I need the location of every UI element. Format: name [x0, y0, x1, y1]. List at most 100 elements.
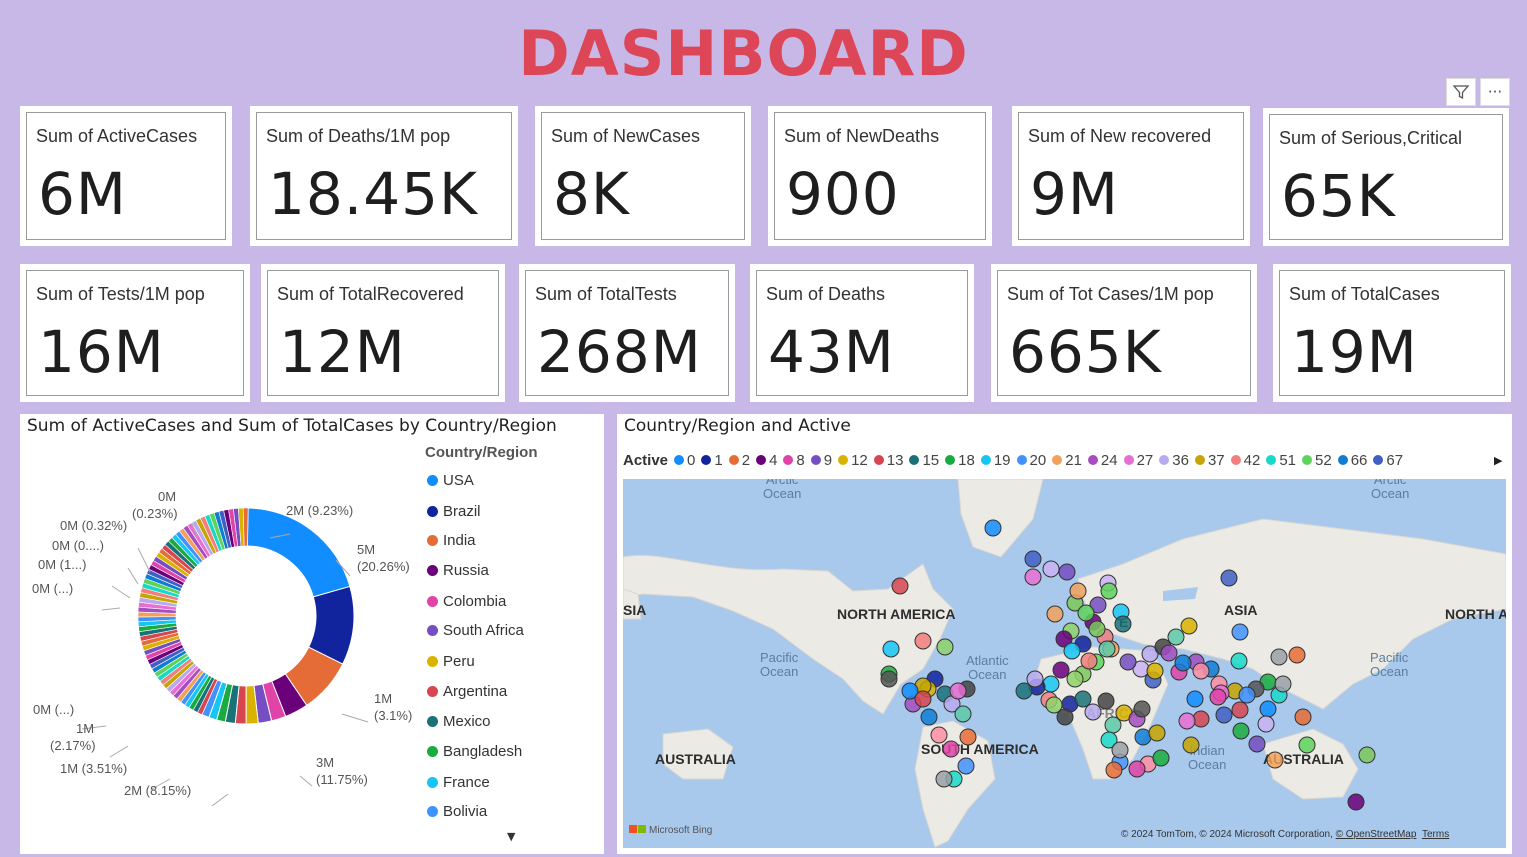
- map-bubble[interactable]: [1080, 652, 1098, 670]
- map-bubble[interactable]: [1114, 615, 1132, 633]
- map-bubble[interactable]: [1248, 735, 1266, 753]
- map-bubble[interactable]: [1069, 582, 1087, 600]
- map-bubble[interactable]: [1074, 690, 1092, 708]
- map-bubble[interactable]: [1100, 582, 1118, 600]
- map-bubble[interactable]: [1192, 710, 1210, 728]
- map-bubble[interactable]: [1056, 708, 1074, 726]
- active-legend-item[interactable]: 36: [1159, 452, 1189, 469]
- map-bubbles[interactable]: [623, 479, 1506, 848]
- active-legend-item[interactable]: 66: [1337, 452, 1367, 469]
- map-bubble[interactable]: [1238, 686, 1256, 704]
- map-bubble[interactable]: [959, 728, 977, 746]
- active-legend-item[interactable]: 4: [756, 452, 777, 469]
- legend-item-brazil[interactable]: Brazil: [427, 503, 481, 520]
- map-bubble[interactable]: [1097, 692, 1115, 710]
- active-legend-item[interactable]: 67: [1373, 452, 1403, 469]
- card-new-cases[interactable]: Sum of NewCases 8K: [535, 106, 751, 246]
- map-bubble[interactable]: [1052, 661, 1070, 679]
- map-bubble[interactable]: [1347, 793, 1365, 811]
- active-legend-item[interactable]: 27: [1123, 452, 1153, 469]
- terms-link[interactable]: Terms: [1422, 829, 1449, 840]
- legend-next-icon[interactable]: ▶: [1494, 454, 1502, 467]
- map-bubble[interactable]: [1128, 760, 1146, 778]
- map-bubble[interactable]: [1182, 736, 1200, 754]
- active-legend-item[interactable]: 0: [674, 452, 695, 469]
- active-legend-item[interactable]: 21: [1052, 452, 1082, 469]
- filter-button[interactable]: [1446, 78, 1476, 106]
- map-bubble[interactable]: [1259, 700, 1277, 718]
- map-bubble[interactable]: [942, 740, 960, 758]
- map-bubble[interactable]: [1146, 662, 1164, 680]
- legend-item-russia[interactable]: Russia: [427, 562, 489, 579]
- card-active-cases[interactable]: Sum of ActiveCases 6M: [20, 106, 232, 246]
- map-bubble[interactable]: [1042, 675, 1060, 693]
- map-bubble[interactable]: [1358, 746, 1376, 764]
- legend-item-colombia[interactable]: Colombia: [427, 593, 506, 610]
- map-bubble[interactable]: [1134, 728, 1152, 746]
- card-new-deaths[interactable]: Sum of NewDeaths 900: [768, 106, 992, 246]
- map-bubble[interactable]: [1133, 700, 1151, 718]
- card-new-recovered[interactable]: Sum of New recovered 9M: [1012, 106, 1250, 246]
- more-options-button[interactable]: ···: [1480, 78, 1510, 106]
- map-bubble[interactable]: [954, 705, 972, 723]
- map-bubble[interactable]: [1063, 642, 1081, 660]
- map-bubble[interactable]: [1024, 550, 1042, 568]
- map-bubble[interactable]: [1024, 568, 1042, 586]
- map-bubble[interactable]: [1298, 736, 1316, 754]
- openstreetmap-link[interactable]: © OpenStreetMap: [1336, 829, 1417, 840]
- map-bubble[interactable]: [1174, 654, 1192, 672]
- map-bubble[interactable]: [1046, 605, 1064, 623]
- map-bubble[interactable]: [935, 770, 953, 788]
- card-total-cases[interactable]: Sum of TotalCases 19M: [1273, 264, 1511, 402]
- active-legend-item[interactable]: 15: [909, 452, 939, 469]
- map-bubble[interactable]: [914, 690, 932, 708]
- map-bubble[interactable]: [882, 640, 900, 658]
- legend-item-argentina[interactable]: Argentina: [427, 683, 507, 700]
- map-bubble[interactable]: [1105, 761, 1123, 779]
- map-bubble[interactable]: [1288, 646, 1306, 664]
- legend-item-india[interactable]: India: [427, 532, 476, 549]
- map-bubble[interactable]: [1231, 623, 1249, 641]
- map-bubble[interactable]: [1257, 715, 1275, 733]
- map-bubble[interactable]: [1274, 675, 1292, 693]
- active-legend-item[interactable]: 52: [1302, 452, 1332, 469]
- legend-item-south-africa[interactable]: South Africa: [427, 622, 524, 639]
- map-bubble[interactable]: [1066, 670, 1084, 688]
- active-legend-item[interactable]: 51: [1266, 452, 1296, 469]
- legend-item-bangladesh[interactable]: Bangladesh: [427, 743, 522, 760]
- map-bubble[interactable]: [1294, 708, 1312, 726]
- map-bubble[interactable]: [1119, 653, 1137, 671]
- map-bubble[interactable]: [1192, 662, 1210, 680]
- map-bubble[interactable]: [1152, 749, 1170, 767]
- donut-chart-panel[interactable]: Sum of ActiveCases and Sum of TotalCases…: [20, 414, 604, 854]
- active-legend-item[interactable]: 2: [728, 452, 750, 469]
- map-bubble[interactable]: [891, 577, 909, 595]
- donut-slice-usa[interactable]: [246, 507, 351, 598]
- map-bubble[interactable]: [1232, 722, 1250, 740]
- donut-slice-other[interactable]: [242, 507, 249, 547]
- map-bubble[interactable]: [1231, 701, 1249, 719]
- map-bubble[interactable]: [936, 638, 954, 656]
- map-bubble[interactable]: [1160, 644, 1178, 662]
- map-bubble[interactable]: [1084, 703, 1102, 721]
- world-map[interactable]: Arctic Ocean Arctic Ocean SIA NORTH AMERIC…: [623, 479, 1506, 848]
- map-bubble[interactable]: [1230, 652, 1248, 670]
- active-legend-item[interactable]: 9: [810, 452, 832, 469]
- map-bubble[interactable]: [1148, 724, 1166, 742]
- donut-chart[interactable]: [20, 434, 420, 854]
- card-tests-per-1m[interactable]: Sum of Tests/1M pop 16M: [20, 264, 250, 402]
- map-bubble[interactable]: [920, 708, 938, 726]
- active-legend-item[interactable]: 18: [945, 452, 975, 469]
- legend-item-france[interactable]: France: [427, 774, 490, 791]
- map-bubble[interactable]: [1209, 688, 1227, 706]
- map-bubble[interactable]: [1088, 620, 1106, 638]
- legend-item-peru[interactable]: Peru: [427, 653, 475, 670]
- map-bubble[interactable]: [1077, 604, 1095, 622]
- map-bubble[interactable]: [1167, 628, 1185, 646]
- card-deaths[interactable]: Sum of Deaths 43M: [750, 264, 974, 402]
- card-tot-cases-per-1m[interactable]: Sum of Tot Cases/1M pop 665K: [991, 264, 1257, 402]
- active-legend-item[interactable]: 8: [783, 452, 805, 469]
- active-legend-item[interactable]: 24: [1087, 452, 1118, 469]
- card-total-recovered[interactable]: Sum of TotalRecovered 12M: [261, 264, 505, 402]
- map-bubble[interactable]: [1042, 560, 1060, 578]
